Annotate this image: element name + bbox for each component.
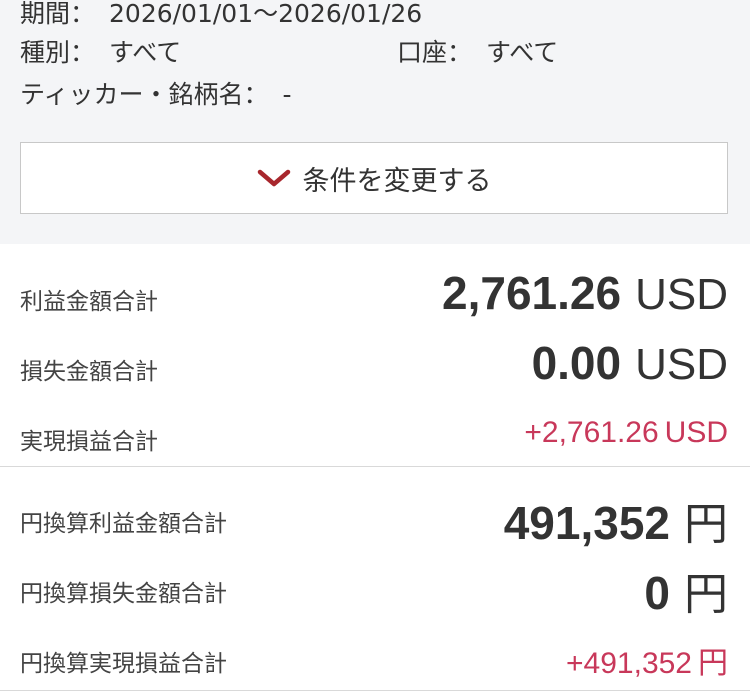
filter-summary-panel: 期間： 2026/01/01～2026/01/26 種別： すべて 口座： すべて テ… (0, 0, 750, 244)
usd-loss-amount: 0.00 USD (532, 336, 728, 390)
period-value: 2026/01/01～2026/01/26 (109, 0, 423, 28)
usd-realized-row: 実現損益合計 +2,761.26 USD (0, 402, 750, 466)
section-divider (0, 466, 750, 467)
usd-profit-amount: 2,761.26 USD (442, 266, 728, 320)
ticker-filter: ティッカー・銘柄名： - (20, 79, 292, 111)
period-filter: 期間： 2026/01/01～2026/01/26 (20, 0, 422, 30)
account-label: 口座： (397, 38, 473, 67)
change-conditions-button[interactable]: 条件を変更する (20, 142, 728, 214)
type-label: 種別： (20, 38, 96, 67)
usd-profit-value: 2,761.26 (442, 267, 622, 319)
jpy-profit-amount: 491,352 円 (504, 488, 728, 552)
jpy-profit-value: 491,352 (503, 497, 670, 549)
usd-loss-row: 損失金額合計 0.00 USD (0, 332, 750, 400)
usd-profit-label: 利益金額合計 (20, 289, 158, 315)
account-filter: 口座： すべて (397, 37, 558, 69)
type-value: すべて (109, 38, 182, 67)
usd-realized-amount: +2,761.26 USD (524, 416, 728, 450)
usd-realized-unit: USD (664, 416, 728, 449)
usd-realized-label: 実現損益合計 (20, 429, 158, 455)
usd-loss-unit: USD (635, 340, 728, 389)
jpy-profit-row: 円換算利益金額合計 491,352 円 (0, 484, 750, 552)
usd-loss-value: 0.00 (531, 337, 622, 389)
jpy-loss-unit: 円 (684, 570, 728, 619)
account-value: すべて (486, 38, 559, 67)
usd-profit-unit: USD (635, 270, 728, 319)
change-conditions-label: 条件を変更する (302, 165, 492, 197)
type-filter: 種別： すべて (20, 37, 181, 69)
jpy-realized-unit: 円 (698, 647, 728, 680)
jpy-loss-row: 円換算損失金額合計 0円 (0, 554, 750, 622)
period-label: 期間： (20, 0, 96, 28)
jpy-realized-row: 円換算実現損益合計 +491,352 円 (0, 624, 750, 688)
usd-realized-value: +2,761.26 (524, 416, 659, 449)
jpy-loss-amount: 0円 (644, 558, 728, 622)
jpy-realized-amount: +491,352 円 (566, 638, 728, 682)
usd-loss-label: 損失金額合計 (20, 359, 158, 385)
jpy-profit-unit: 円 (684, 500, 728, 549)
ticker-label: ティッカー・銘柄名： (20, 80, 269, 109)
jpy-profit-label: 円換算利益金額合計 (20, 511, 227, 537)
ticker-value: - (282, 80, 292, 109)
jpy-realized-value: +491,352 (566, 647, 692, 680)
jpy-loss-value: 0 (644, 567, 670, 619)
jpy-realized-label: 円換算実現損益合計 (20, 651, 227, 677)
usd-profit-row: 利益金額合計 2,761.26 USD (0, 262, 750, 330)
bottom-divider (0, 690, 750, 691)
jpy-loss-label: 円換算損失金額合計 (20, 581, 227, 607)
chevron-down-icon (257, 168, 291, 188)
